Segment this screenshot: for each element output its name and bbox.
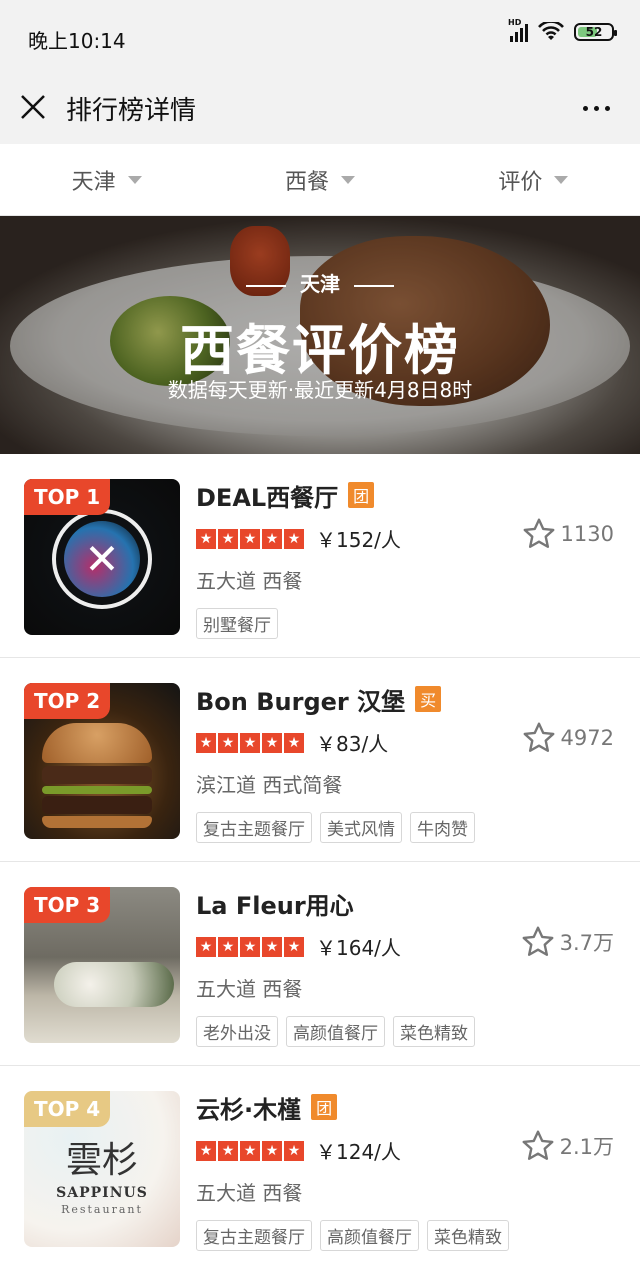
list-item[interactable]: ✕ TOP 1 DEAL西餐厅 团 ★ ★ ★ ★ ★ ￥152/人 五大道 西餐 别墅… xyxy=(0,454,640,658)
nav-bar: 排行榜详情 xyxy=(0,72,640,144)
sappinus-logo-image: 雲杉 SAPPINUS Restaurant xyxy=(24,1131,180,1216)
banner-city-label: 天津 xyxy=(300,272,340,296)
filter-sort-label: 评价 xyxy=(498,169,543,195)
tag-list: 老外出没 高颜值餐厅 菜色精致 xyxy=(196,1016,520,1047)
tag: 牛肉赞 xyxy=(410,812,475,843)
buy-badge: 买 xyxy=(415,686,442,712)
filter-bar: 天津 西餐 评价 xyxy=(0,144,640,216)
rank-badge: TOP 3 xyxy=(24,887,111,923)
tag-list: 复古主题餐厅 美式风情 牛肉赞 xyxy=(196,812,520,843)
group-buy-badge: 团 xyxy=(311,1094,338,1120)
price-per-person: ￥83/人 xyxy=(316,732,389,756)
deal-logo-image: ✕ xyxy=(52,509,152,609)
tag: 老外出没 xyxy=(196,1016,278,1047)
tag: 高颜值餐厅 xyxy=(286,1016,385,1047)
banner-city: 天津 xyxy=(0,268,640,297)
rank-badge: TOP 1 xyxy=(24,479,111,515)
restaurant-thumbnail: 雲杉 SAPPINUS Restaurant TOP 4 xyxy=(24,1091,180,1247)
more-icon[interactable] xyxy=(583,106,610,111)
logo-text-sub: Restaurant xyxy=(61,1203,143,1216)
star-outline-icon xyxy=(522,926,554,956)
rating-stars: ★ ★ ★ ★ ★ xyxy=(196,528,304,549)
signal-icon: HD xyxy=(508,18,528,42)
battery-icon: 52 xyxy=(574,23,617,41)
restaurant-thumbnail: TOP 3 xyxy=(24,887,180,1043)
restaurant-name: DEAL西餐厅 xyxy=(196,483,339,512)
caret-down-icon xyxy=(341,175,355,184)
wifi-icon xyxy=(538,22,564,40)
banner-subtitle: 数据每天更新·最近更新4月8日8时 xyxy=(167,378,473,402)
status-icons: HD 52 xyxy=(508,18,617,42)
rating-stars: ★ ★ ★ ★ ★ xyxy=(196,1140,304,1161)
price-per-person: ￥124/人 xyxy=(316,1140,401,1164)
favorite-button[interactable]: 3.7万 xyxy=(520,924,614,960)
status-bar: 晚上10:14 HD 52 xyxy=(0,0,640,72)
favorite-button[interactable]: 4972 xyxy=(521,720,614,756)
burger-image xyxy=(42,723,152,828)
list-item[interactable]: 雲杉 SAPPINUS Restaurant TOP 4 云杉·木槿 团 ★ ★ ★… xyxy=(0,1066,640,1268)
tag: 复古主题餐厅 xyxy=(196,1220,312,1251)
tag: 菜色精致 xyxy=(427,1220,509,1251)
battery-level: 52 xyxy=(585,25,603,39)
restaurant-name: Bon Burger 汉堡 xyxy=(196,687,406,716)
restaurant-name: La Fleur用心 xyxy=(196,891,354,920)
rating-stars: ★ ★ ★ ★ ★ xyxy=(196,936,304,957)
filter-city-label: 天津 xyxy=(71,169,116,195)
favorite-count: 3.7万 xyxy=(559,931,614,955)
restaurant-list: ✕ TOP 1 DEAL西餐厅 团 ★ ★ ★ ★ ★ ￥152/人 五大道 西餐 别墅… xyxy=(0,454,640,1268)
restaurant-name: 云杉·木槿 xyxy=(196,1095,302,1124)
favorite-count: 4972 xyxy=(560,726,614,750)
logo-text-en: SAPPINUS xyxy=(56,1185,148,1201)
caret-down-icon xyxy=(127,175,142,184)
rating-stars: ★ ★ ★ ★ ★ xyxy=(196,732,304,753)
favorite-count: 1130 xyxy=(560,522,614,546)
restaurant-area: 五大道 西餐 xyxy=(196,569,303,593)
restaurant-thumbnail: TOP 2 xyxy=(24,683,180,839)
tag: 菜色精致 xyxy=(393,1016,475,1047)
rank-badge: TOP 2 xyxy=(24,683,111,719)
rank-badge: TOP 4 xyxy=(24,1091,111,1127)
favorite-count: 2.1万 xyxy=(559,1135,614,1159)
tag: 复古主题餐厅 xyxy=(196,812,312,843)
group-buy-badge: 团 xyxy=(348,482,375,508)
restaurant-area: 滨江道 西式简餐 xyxy=(196,773,343,797)
ranking-banner: 天津 西餐评价榜 数据每天更新·最近更新4月8日8时 xyxy=(0,216,640,454)
flower-display-image xyxy=(54,962,174,1007)
favorite-button[interactable]: 1130 xyxy=(521,516,614,552)
logo-text-cn: 雲杉 xyxy=(65,1140,138,1181)
star-outline-icon xyxy=(522,1130,554,1160)
filter-category-label: 西餐 xyxy=(284,169,329,195)
close-icon[interactable] xyxy=(20,94,46,120)
restaurant-thumbnail: ✕ TOP 1 xyxy=(24,479,180,635)
filter-category[interactable]: 西餐 xyxy=(213,144,426,215)
tag: 美式风情 xyxy=(320,812,402,843)
caret-down-icon xyxy=(554,175,569,184)
list-item[interactable]: TOP 2 Bon Burger 汉堡 买 ★ ★ ★ ★ ★ ￥83/人 滨江道 西式… xyxy=(0,658,640,862)
network-type: HD xyxy=(508,18,522,27)
status-time: 晚上10:14 xyxy=(28,29,126,53)
tag: 别墅餐厅 xyxy=(196,608,278,639)
favorite-button[interactable]: 2.1万 xyxy=(520,1128,614,1164)
page-title: 排行榜详情 xyxy=(66,96,197,126)
tag-list: 别墅餐厅 xyxy=(196,608,520,639)
price-per-person: ￥152/人 xyxy=(316,528,401,552)
filter-sort[interactable]: 评价 xyxy=(427,144,640,215)
tag-list: 复古主题餐厅 高颜值餐厅 菜色精致 xyxy=(196,1220,520,1251)
price-per-person: ￥164/人 xyxy=(316,936,401,960)
restaurant-area: 五大道 西餐 xyxy=(196,977,303,1001)
star-outline-icon xyxy=(523,518,554,548)
tag: 高颜值餐厅 xyxy=(320,1220,419,1251)
restaurant-area: 五大道 西餐 xyxy=(196,1181,303,1205)
filter-city[interactable]: 天津 xyxy=(0,144,213,215)
star-outline-icon xyxy=(523,722,554,752)
list-item[interactable]: TOP 3 La Fleur用心 ★ ★ ★ ★ ★ ￥164/人 五大道 西餐 老外出… xyxy=(0,862,640,1066)
